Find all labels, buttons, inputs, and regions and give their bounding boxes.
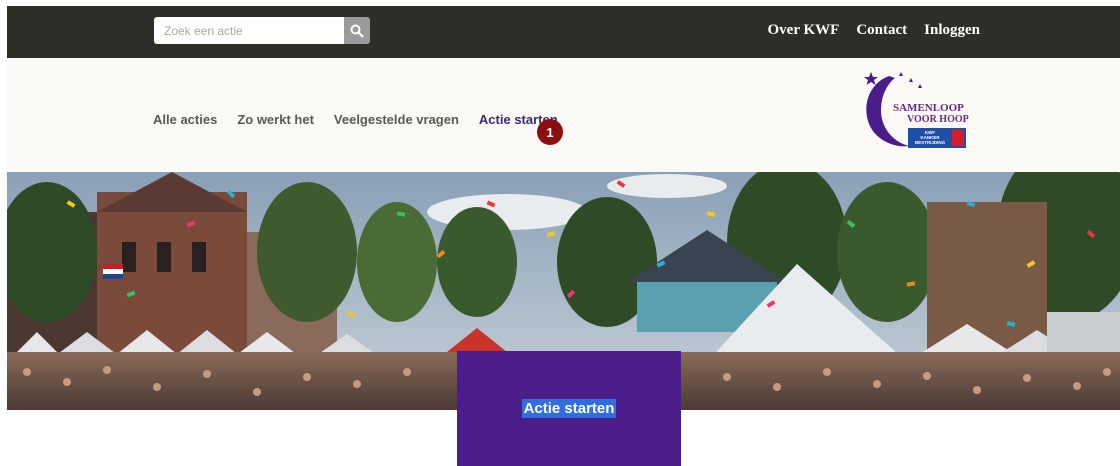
main-nav: Alle acties Zo werkt het Veelgestelde vr… <box>153 112 558 127</box>
nav-zo-werkt-het[interactable]: Zo werkt het <box>237 112 314 127</box>
top-bar: Over KWF Contact Inloggen <box>7 6 1120 58</box>
svg-text:VOOR HOOP: VOOR HOOP <box>907 114 969 125</box>
over-kwf-link[interactable]: Over KWF <box>768 22 840 39</box>
top-links: Over KWF Contact Inloggen <box>768 22 980 39</box>
step-badge: 1 <box>537 119 563 145</box>
contact-link[interactable]: Contact <box>856 22 907 39</box>
search-box <box>154 17 370 44</box>
nav-alle-acties[interactable]: Alle acties <box>153 112 217 127</box>
svg-text:SAMENLOOP: SAMENLOOP <box>893 102 964 114</box>
main-nav-band: Alle acties Zo werkt het Veelgestelde vr… <box>7 58 1120 172</box>
svg-text:BESTRIJDING: BESTRIJDING <box>915 140 946 145</box>
nav-veelgestelde-vragen[interactable]: Veelgestelde vragen <box>334 112 459 127</box>
search-icon <box>350 24 364 38</box>
search-button[interactable] <box>344 17 370 44</box>
star-icon <box>864 72 878 85</box>
actie-starten-label: Actie starten <box>521 399 617 418</box>
samenloop-logo[interactable]: SAMENLOOP VOOR HOOP KWF KANKER BESTRIJDI… <box>857 70 977 154</box>
inloggen-link[interactable]: Inloggen <box>924 22 980 39</box>
actie-starten-button[interactable]: Actie starten <box>457 351 681 466</box>
search-input[interactable] <box>154 17 344 44</box>
